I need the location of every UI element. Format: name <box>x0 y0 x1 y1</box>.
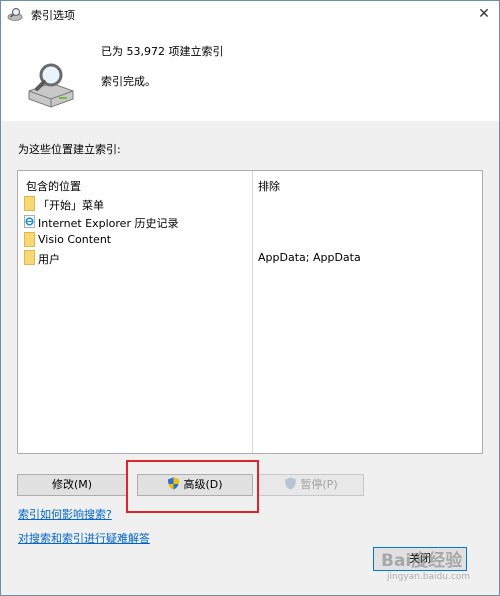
annotation-highlight <box>126 460 259 513</box>
indexing-status: 索引完成。 <box>101 75 156 88</box>
list-item[interactable]: 用户 <box>22 249 250 267</box>
location-name: Visio Content <box>38 233 112 246</box>
location-name: Internet Explorer 历史记录 <box>38 217 179 230</box>
indexed-locations-list[interactable]: 包含的位置 排除 「开始」菜单 Internet Explorer 历史记录 V… <box>17 170 483 454</box>
folder-icon <box>24 250 35 265</box>
title-bar: 索引选项 ✕ <box>1 1 499 27</box>
folder-icon <box>24 196 35 211</box>
modify-button[interactable]: 修改(M) <box>17 474 127 496</box>
window-close-button[interactable]: ✕ <box>469 1 499 27</box>
list-item[interactable]: 「开始」菜单 <box>22 195 250 213</box>
watermark-sub: jingyan.baidu.com <box>387 572 471 582</box>
location-name: 用户 <box>38 253 60 266</box>
indexing-options-window: 索引选项 ✕ 已为 53,972 项建立索引 索引完成。 为这些位置建立索引: … <box>0 0 500 596</box>
ie-icon <box>24 215 35 228</box>
uac-shield-icon <box>285 477 297 490</box>
indexed-items-count: 已为 53,972 项建立索引 <box>101 45 224 58</box>
location-name: 「开始」菜单 <box>38 199 104 212</box>
troubleshoot-link[interactable]: 对搜索和索引进行疑难解答 <box>18 530 150 546</box>
status-panel: 已为 53,972 项建立索引 索引完成。 <box>1 27 499 121</box>
folder-icon <box>24 232 35 247</box>
close-icon: ✕ <box>478 6 490 22</box>
close-button[interactable]: 关闭 <box>373 547 467 571</box>
excluded-paths: AppData; AppData <box>258 251 361 264</box>
list-item[interactable]: Internet Explorer 历史记录 <box>22 213 250 231</box>
locations-label: 为这些位置建立索引: <box>18 143 121 156</box>
excluded-header: 排除 <box>258 180 280 193</box>
close-button-label: 关闭 <box>409 552 431 565</box>
modify-button-label: 修改(M) <box>51 478 93 491</box>
indexing-options-icon <box>7 7 23 21</box>
list-item[interactable]: Visio Content <box>22 231 250 249</box>
how-indexing-affects-search-link[interactable]: 索引如何影响搜索? <box>18 506 112 522</box>
window-title: 索引选项 <box>31 9 75 22</box>
included-locations-header: 包含的位置 <box>26 180 81 193</box>
pause-button[interactable]: 暂停(P) <box>258 474 364 496</box>
column-divider <box>252 171 253 453</box>
pause-button-label: 暂停(P) <box>300 478 338 491</box>
indexing-drive-icon <box>28 63 74 108</box>
